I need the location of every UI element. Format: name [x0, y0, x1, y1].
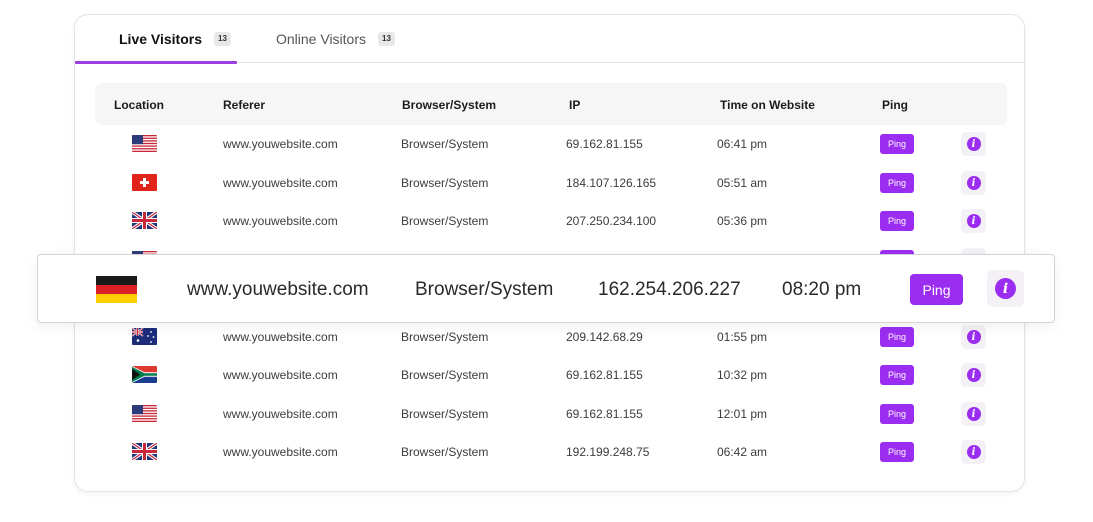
column-header-location: Location: [114, 98, 164, 112]
table-row[interactable]: www.youwebsite.com Browser/System 192.199.…: [95, 433, 1007, 471]
table-row[interactable]: www.youwebsite.com Browser/System 184.107.…: [95, 164, 1007, 202]
row-referer: www.youwebsite.com: [223, 176, 338, 190]
row-ip: 209.142.68.29: [566, 330, 643, 344]
ping-button[interactable]: Ping: [880, 211, 914, 231]
active-tab-indicator: [75, 61, 237, 64]
info-icon: i: [966, 445, 981, 459]
row-time: 10:32 pm: [717, 368, 768, 382]
info-button[interactable]: i: [961, 363, 986, 387]
row-ip: 184.107.126.165: [566, 176, 657, 190]
row-browser: Browser/System: [401, 445, 489, 459]
ping-button[interactable]: Ping: [910, 274, 963, 305]
ping-button[interactable]: Ping: [880, 173, 914, 193]
app-stage: Live Visitors 13 Online Visitors 13 Loca…: [0, 0, 1093, 522]
info-button[interactable]: i: [961, 402, 986, 426]
flag-uk-icon: [132, 212, 157, 229]
row-referer: www.youwebsite.com: [187, 279, 369, 300]
table-row[interactable]: www.youwebsite.com Browser/System 69.162.8…: [95, 125, 1007, 163]
count-badge: 13: [378, 32, 395, 46]
row-time: 12:01 pm: [717, 407, 768, 421]
row-time: 05:36 pm: [717, 214, 768, 228]
table-row[interactable]: www.youwebsite.com Browser/System 209.142.…: [95, 318, 1007, 356]
column-header-ip: IP: [569, 98, 581, 112]
row-browser: Browser/System: [401, 330, 489, 344]
flag-australia-icon: [132, 328, 157, 345]
row-time: 01:55 pm: [717, 330, 768, 344]
ping-button[interactable]: Ping: [880, 442, 914, 462]
row-browser: Browser/System: [401, 214, 489, 228]
table-row[interactable]: www.youwebsite.com Browser/System 207.250.…: [95, 202, 1007, 240]
row-referer: www.youwebsite.com: [223, 330, 338, 344]
row-referer: www.youwebsite.com: [223, 368, 338, 382]
info-button[interactable]: i: [987, 270, 1024, 307]
info-button[interactable]: i: [961, 132, 986, 156]
ping-button[interactable]: Ping: [880, 134, 914, 154]
flag-usa-icon: [132, 405, 157, 422]
ping-button[interactable]: Ping: [880, 404, 914, 424]
tab-label: Online Visitors: [276, 31, 367, 47]
table-row[interactable]: www.youwebsite.com Browser/System 69.162.8…: [95, 395, 1007, 433]
flag-usa-icon: [132, 135, 157, 152]
tab-live-visitors[interactable]: Live Visitors 13: [119, 31, 231, 47]
row-browser: Browser/System: [401, 176, 489, 190]
row-referer: www.youwebsite.com: [223, 445, 338, 459]
row-referer: www.youwebsite.com: [223, 137, 338, 151]
visitors-card: Live Visitors 13 Online Visitors 13 Loca…: [74, 14, 1025, 492]
info-button[interactable]: i: [961, 325, 986, 349]
row-time: 05:51 am: [717, 176, 768, 190]
row-browser: Browser/System: [415, 279, 554, 300]
info-button[interactable]: i: [961, 440, 986, 464]
info-icon: i: [966, 407, 981, 421]
info-button[interactable]: i: [961, 171, 986, 195]
flag-uk-icon: [132, 443, 157, 460]
row-ip: 162.254.206.227: [598, 279, 741, 300]
tab-online-visitors[interactable]: Online Visitors 13: [276, 31, 395, 47]
column-header-ping: Ping: [882, 98, 908, 112]
tab-bar: Live Visitors 13 Online Visitors 13: [75, 15, 1024, 64]
table-row-obscured: [95, 241, 1007, 255]
column-header-referer: Referer: [223, 98, 266, 112]
row-time: 06:41 pm: [717, 137, 768, 151]
row-browser: Browser/System: [401, 407, 489, 421]
info-icon: i: [966, 137, 981, 151]
info-icon: i: [966, 330, 981, 344]
table-row[interactable]: www.youwebsite.com Browser/System 69.162.8…: [95, 356, 1007, 394]
info-icon: i: [966, 214, 981, 228]
row-ip: 192.199.248.75: [566, 445, 650, 459]
ping-button[interactable]: Ping: [880, 327, 914, 347]
count-badge: 13: [214, 32, 231, 46]
column-header-time: Time on Website: [720, 98, 815, 112]
tab-label: Live Visitors: [119, 31, 203, 47]
row-referer: www.youwebsite.com: [223, 407, 338, 421]
row-ip: 69.162.81.155: [566, 368, 643, 382]
flag-switzerland-icon: [132, 174, 157, 191]
flag-south-africa-icon: [132, 366, 157, 383]
info-icon: i: [966, 368, 981, 382]
info-button[interactable]: i: [961, 209, 986, 233]
row-referer: www.youwebsite.com: [223, 214, 338, 228]
row-browser: Browser/System: [401, 368, 489, 382]
row-browser: Browser/System: [401, 137, 489, 151]
column-header-browser: Browser/System: [402, 98, 497, 112]
ping-button[interactable]: Ping: [880, 365, 914, 385]
info-icon: i: [966, 176, 981, 190]
table-header: Location Referer Browser/System IP Time …: [95, 83, 1007, 125]
row-ip: 207.250.234.100: [566, 214, 657, 228]
row-time: 06:42 am: [717, 445, 768, 459]
info-icon: i: [995, 278, 1016, 299]
row-time: 08:20 pm: [782, 279, 862, 300]
highlighted-row[interactable]: www.youwebsite.com Browser/System 162.25…: [37, 254, 1055, 323]
row-ip: 69.162.81.155: [566, 137, 643, 151]
row-ip: 69.162.81.155: [566, 407, 643, 421]
flag-germany-icon: [96, 276, 137, 303]
